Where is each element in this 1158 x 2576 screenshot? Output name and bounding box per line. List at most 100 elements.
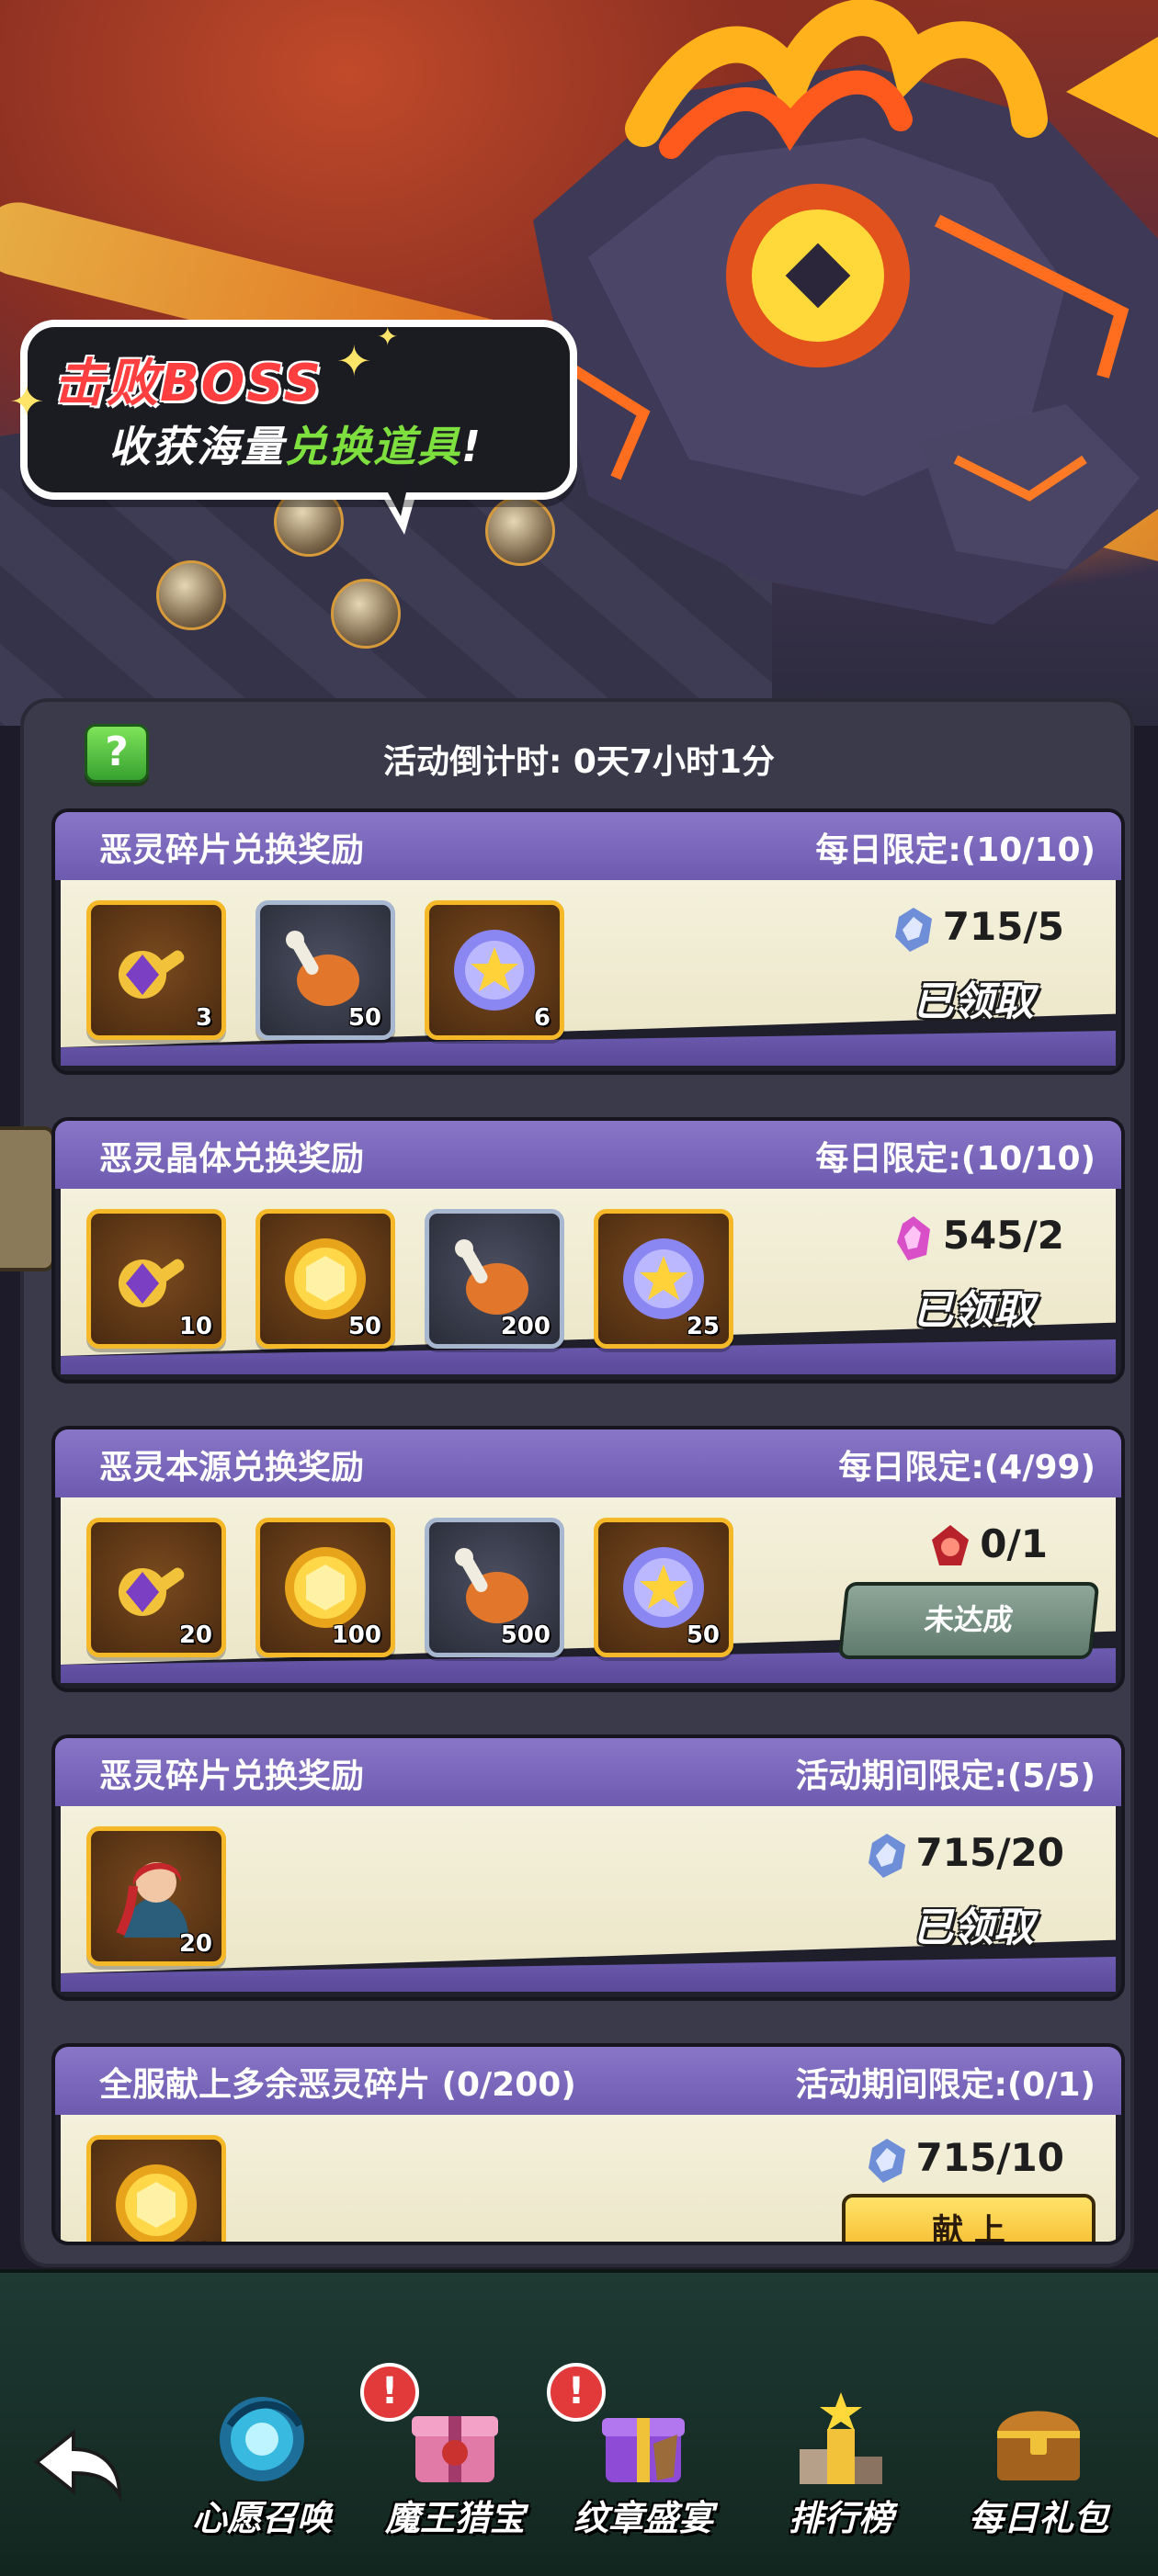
alert-badge: ! [360,2363,419,2422]
card-title: 恶灵晶体兑换奖励 [99,1140,365,1178]
gift-box-icon [412,2416,498,2482]
alert-badge: ! [547,2363,606,2422]
emblem-gift-icon [602,2418,685,2482]
item-quantity: 500 [500,1621,551,1649]
reward-item[interactable]: 500 [425,1518,564,1657]
fragment-icon [868,1833,905,1878]
item-quantity: 100 [331,1621,381,1649]
gold-coin-icon [116,2164,197,2242]
card-title: 恶灵本源兑换奖励 [99,1449,365,1486]
exchange-card: 恶灵碎片兑换奖励 活动期间限定:(5/5) 20 715/20 已领取 [51,1734,1125,2001]
crystal-icon [896,1215,930,1260]
claimed-status: 已领取 [913,1904,1034,1951]
not-achieved-button[interactable]: 未达成 [837,1582,1100,1659]
exchange-card: 恶灵本源兑换奖励 每日限定:(4/99) 20 100 500 50 0/1 未… [51,1426,1125,1692]
card-title: 恶灵碎片兑换奖励 [99,1757,365,1795]
card-limit: 每日限定:(4/99) [838,1449,1096,1486]
cost-value: 0/1 [980,1521,1048,1566]
reward-item[interactable]: 50 [255,900,395,1040]
treasure-chest-icon [997,2411,1080,2480]
card-limit: 活动期间限定:(0/1) [795,2066,1096,2104]
item-quantity: 10 [178,1313,212,1340]
reward-item[interactable]: 10 [86,1209,226,1349]
fragment-icon [894,907,932,952]
fragment-icon [868,2138,905,2183]
hero-unit-elf [156,560,226,630]
card-title: 全服献上多余恶灵碎片 (0/200) [99,2066,576,2104]
hero-unit-gunner [485,496,555,566]
item-quantity: 6 [533,1004,551,1032]
card-limit: 活动期间限定:(5/5) [795,1757,1096,1795]
banner-title: 击败BOSS [53,354,323,413]
nav-wish-summon[interactable]: 心愿召唤 [165,2389,349,2554]
item-quantity: 20 [178,1930,212,1958]
side-tab-handle[interactable] [0,1126,55,1271]
exchange-card: 恶灵碎片兑换奖励 每日限定:(10/10) 3 50 6 715/5 已领取 [51,808,1125,1075]
nav-daily-pack[interactable]: 每日礼包 [942,2389,1126,2554]
reward-item[interactable]: 100 [255,1518,395,1657]
card-limit: 每日限定:(10/10) [815,1140,1096,1178]
nav-label: 心愿召唤 [191,2498,332,2538]
nav-label: 魔王猎宝 [384,2498,525,2538]
item-quantity: 50 [347,1313,381,1340]
reward-item[interactable]: 3 [86,900,226,1040]
speech-bubble-tail-inner [375,469,412,516]
back-arrow-icon [33,2428,122,2503]
sparkle-icon: ✦ [336,336,372,386]
banner-subtitle-prefix: 收获海量 [108,422,285,471]
donate-button[interactable]: 献 上 [842,2194,1096,2242]
card-limit: 每日限定:(10/10) [815,831,1096,869]
hero-unit-dwarf [331,579,401,649]
nav-label: 每日礼包 [968,2498,1108,2538]
item-quantity: 3 [195,1004,212,1032]
reward-item[interactable]: 20 [86,1826,226,1966]
nav-label: 排行榜 [788,2498,893,2538]
reward-item[interactable]: 25 [594,1209,733,1349]
reward-item[interactable]: 50 [255,1209,395,1349]
event-countdown: 活动倒计时: 0天7小时1分 [382,743,776,781]
exchange-cost: 0/1 [926,1521,1048,1571]
cost-value: 545/2 [942,1213,1064,1258]
card-header: 恶灵本源兑换奖励 每日限定:(4/99) [55,1429,1121,1497]
card-header: 恶灵碎片兑换奖励 活动期间限定:(5/5) [55,1738,1121,1806]
claimed-status: 已领取 [913,1287,1034,1334]
banner-subtitle: 收获海量兑换道具! [108,413,482,474]
reward-item[interactable]: 50 [594,1518,733,1657]
item-quantity: 20 [178,1621,212,1649]
item-quantity: 200 [500,1313,551,1340]
banner-subtitle-highlight: 兑换道具 [285,422,461,471]
item-quantity: 50 [686,1621,720,1649]
exchange-cost: 545/2 [890,1213,1064,1262]
boss-banner: 击败BOSS 收获海量兑换道具! ✦ ✦ ✦ [0,0,1158,726]
reward-item[interactable]: 200 [425,1209,564,1349]
portal-icon [220,2397,304,2481]
exchange-cost: 715/10 [863,2135,1064,2185]
exchange-cost: 715/20 [863,1830,1064,1880]
sparkle-icon: ✦ [377,322,399,352]
cost-value: 715/20 [915,1830,1064,1875]
reward-item[interactable]: 500 [86,2135,226,2242]
reward-item[interactable]: 6 [425,900,564,1040]
cost-value: 715/10 [915,2135,1064,2180]
nav-label: 纹章盛宴 [573,2498,713,2538]
nav-emblem-feast[interactable]: ! 纹章盛宴 [547,2363,731,2554]
card-header: 全服献上多余恶灵碎片 (0/200) 活动期间限定:(0/1) [55,2047,1121,2115]
item-quantity: 500 [163,2239,212,2242]
claimed-status: 已领取 [913,978,1034,1025]
exchange-cost: 715/5 [890,904,1064,954]
trophy-podium-icon [800,2392,882,2484]
nav-demon-treasure[interactable]: ! 魔王猎宝 [358,2363,542,2554]
sparkle-icon: ✦ [9,377,45,426]
lava-golem-boss [533,0,1158,625]
cost-value: 715/5 [942,904,1064,949]
source-icon [932,1524,970,1565]
card-header: 恶灵晶体兑换奖励 每日限定:(10/10) [55,1121,1121,1189]
card-header: 恶灵碎片兑换奖励 每日限定:(10/10) [55,812,1121,880]
exchange-card: 全服献上多余恶灵碎片 (0/200) 活动期间限定:(0/1) 500 715/… [51,2043,1125,2245]
item-quantity: 25 [686,1313,720,1340]
nav-leaderboard[interactable]: 排行榜 [744,2389,928,2554]
reward-item[interactable]: 20 [86,1518,226,1657]
card-title: 恶灵碎片兑换奖励 [99,831,365,869]
exchange-card: 恶灵晶体兑换奖励 每日限定:(10/10) 10 50 200 25 545/2… [51,1117,1125,1384]
star-orb-icon [454,930,535,1011]
